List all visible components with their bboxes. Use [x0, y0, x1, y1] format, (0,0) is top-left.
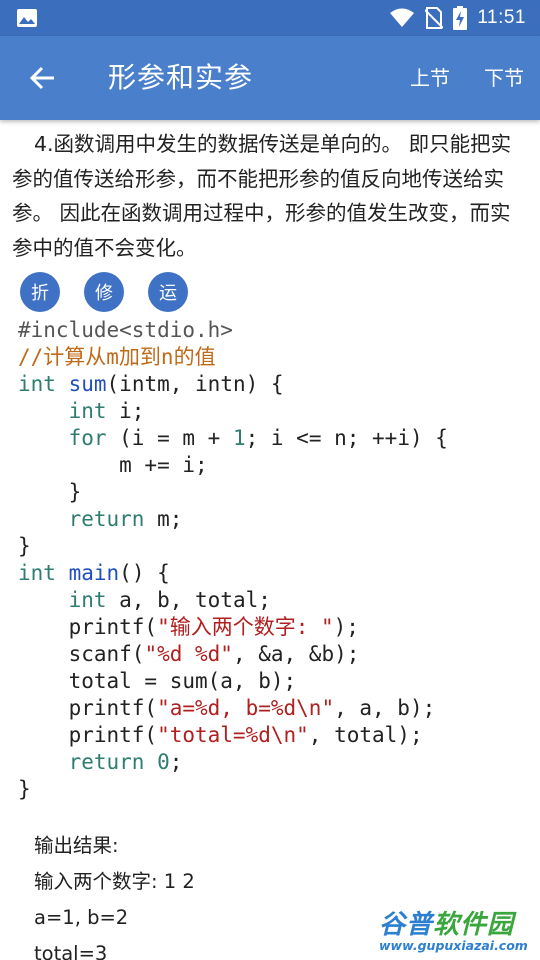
code-block: #include<stdio.h>//计算从m加到n的值 int sum(intm…: [18, 317, 533, 803]
code-token: ;: [169, 750, 183, 774]
code-line: }: [18, 533, 533, 560]
code-line: //计算从m加到n的值: [18, 344, 533, 371]
code-line: total = sum(a, b);: [18, 668, 533, 695]
code-line: printf("输入两个数字: ");: [18, 614, 533, 641]
page-title: 形参和实参: [108, 61, 254, 94]
code-token: main: [68, 561, 120, 585]
code-token: 0: [157, 750, 170, 774]
code-token: int: [68, 588, 107, 612]
wifi-icon: [390, 8, 415, 27]
code-token: printf(: [18, 723, 158, 747]
code-token: }: [18, 534, 31, 558]
code-line: m += i;: [18, 452, 533, 479]
code-token: sum: [68, 372, 107, 396]
code-token: m;: [144, 507, 183, 531]
code-token: }: [18, 480, 82, 504]
code-token: i;: [106, 399, 145, 423]
code-token: scanf(: [18, 642, 145, 666]
code-line: return 0;: [18, 749, 533, 776]
code-token: "%d %d": [144, 642, 233, 666]
code-token: for: [68, 426, 107, 450]
code-token: //计算从m加到n的值: [18, 345, 216, 369]
image-icon: [17, 9, 37, 27]
code-token: }: [18, 777, 31, 801]
code-line: printf("a=%d, b=%d\n", a, b);: [18, 695, 533, 722]
code-toolbar: 折 修 运: [20, 272, 212, 312]
output-heading: 输出结果:: [34, 834, 119, 857]
status-bar: 11:51: [0, 0, 540, 36]
watermark: 谷普软件园 www.gupuxiazai.com: [375, 902, 538, 960]
code-token: (i = m +: [106, 426, 233, 450]
code-token: "输入两个数字: ": [157, 615, 334, 639]
lesson-description: 4.函数调用中发生的数据传送是单向的。 即只能把实参的值传送给形参，而不能把形参…: [12, 132, 512, 260]
code-line: int main() {: [18, 560, 533, 587]
arrow-back-icon: [30, 66, 54, 90]
code-line: scanf("%d %d", &a, &b);: [18, 641, 533, 668]
code-token: (intm, intn) {: [106, 372, 284, 396]
code-line: }: [18, 479, 533, 506]
code-token: return: [68, 507, 145, 531]
prev-section-button[interactable]: 上节: [410, 63, 450, 93]
output-line: total=3: [34, 942, 108, 960]
code-token: return: [68, 750, 145, 774]
code-line: #include<stdio.h>: [18, 317, 533, 344]
next-section-button[interactable]: 下节: [484, 63, 524, 93]
code-token: ; i <= n; ++i) {: [245, 426, 448, 450]
code-token: total = sum(a, b);: [18, 669, 297, 693]
app-bar: 形参和实参 上节 下节: [0, 36, 540, 120]
output-line: a=1, b=2: [34, 906, 129, 929]
fold-button[interactable]: 折: [20, 272, 60, 312]
code-token: 1: [232, 426, 246, 450]
code-token: int: [68, 399, 107, 423]
code-line: int sum(intm, intn) {: [18, 371, 533, 398]
run-button[interactable]: 运: [148, 272, 188, 312]
code-token: , &a, &b);: [232, 642, 360, 666]
code-token: , total);: [308, 723, 423, 747]
status-time: 11:51: [477, 7, 526, 28]
code-token: m += i;: [18, 453, 208, 477]
code-token: printf(: [18, 615, 158, 639]
code-token: int: [18, 561, 56, 585]
output-line: 输入两个数字: 1 2: [34, 870, 195, 893]
code-line: printf("total=%d\n", total);: [18, 722, 533, 749]
code-token: a, b, total;: [106, 588, 271, 612]
edit-button[interactable]: 修: [84, 272, 124, 312]
no-sim-icon: [425, 7, 444, 29]
output-section: 输出结果: 输入两个数字: 1 2 a=1, b=2 total=3: [34, 828, 195, 960]
code-line: int i;: [18, 398, 533, 425]
code-token: "total=%d\n": [157, 723, 309, 747]
code-token: int: [18, 372, 56, 396]
code-token: () {: [119, 561, 170, 585]
code-line: }: [18, 776, 533, 803]
code-line: return m;: [18, 506, 533, 533]
code-line: int a, b, total;: [18, 587, 533, 614]
code-line: for (i = m + 1; i <= n; ++i) {: [18, 425, 533, 452]
code-token: );: [333, 615, 359, 639]
code-token: #include<stdio.h>: [18, 318, 233, 342]
watermark-logo: 谷普软件园: [379, 910, 515, 940]
code-token: "a=%d, b=%d\n": [157, 696, 335, 720]
watermark-url: www.gupuxiazai.com: [379, 938, 528, 953]
code-token: printf(: [18, 696, 158, 720]
code-token: , a, b);: [334, 696, 436, 720]
battery-charging-icon: [453, 6, 468, 30]
back-button[interactable]: [24, 58, 62, 98]
